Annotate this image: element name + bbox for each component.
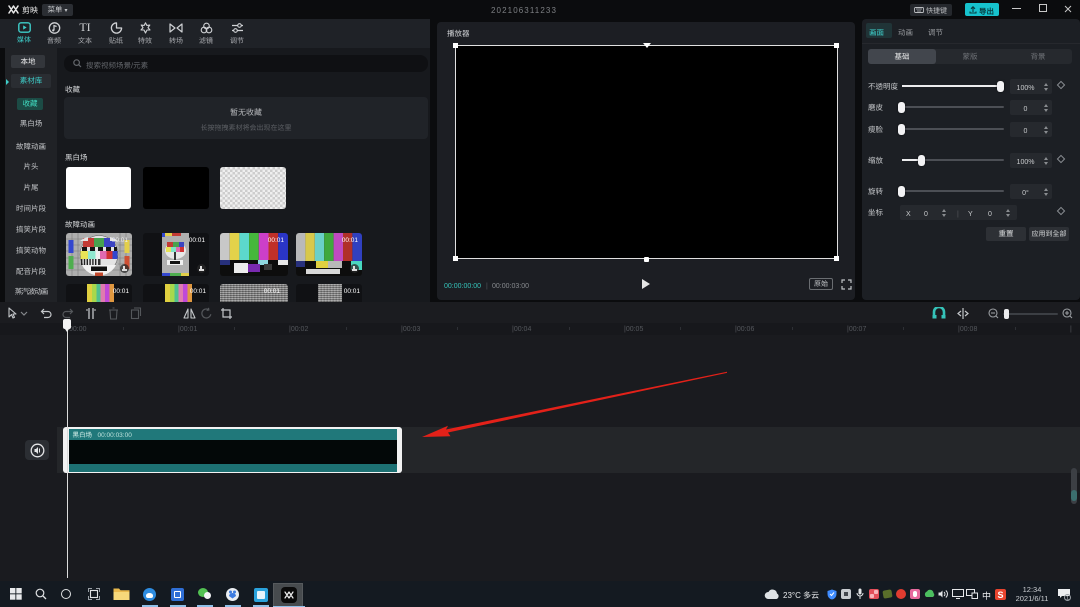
svg-text:1: 1 [1066,595,1069,602]
